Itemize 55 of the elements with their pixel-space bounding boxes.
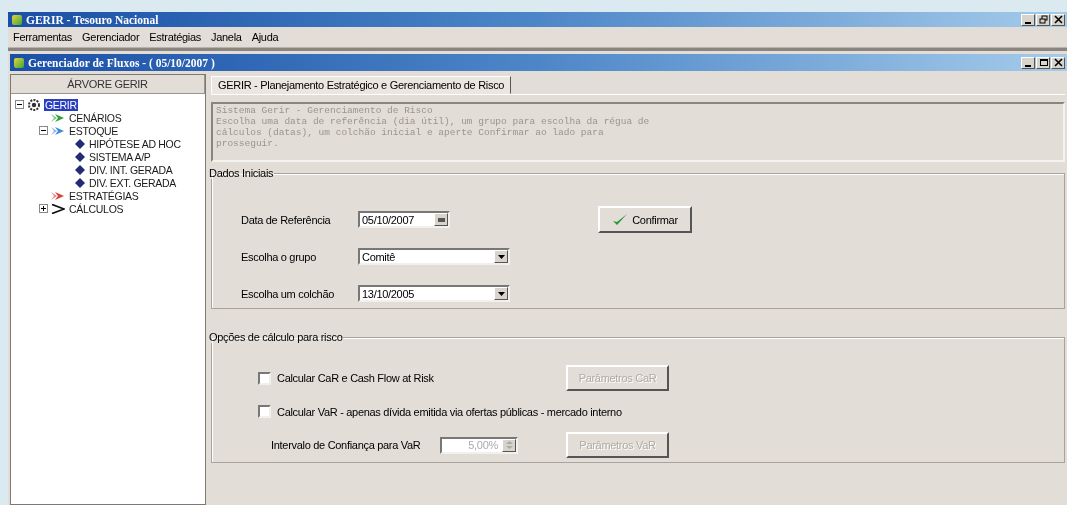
collapse-icon[interactable] (39, 126, 48, 135)
group-legend: Opções de cálculo para risco (208, 331, 344, 343)
close-icon (1053, 15, 1063, 24)
tree-item[interactable]: CÁLCULOS (68, 202, 125, 215)
tree-item[interactable]: GERIR (44, 98, 78, 111)
minimize-button[interactable] (1021, 13, 1035, 26)
field-label: Escolha um colchão (241, 287, 336, 300)
expand-icon[interactable] (39, 204, 48, 213)
tree-item[interactable]: ESTRATÉGIAS (68, 189, 140, 202)
minimize-icon (1025, 21, 1031, 24)
window-title: GERIR - Tesouro Nacional (26, 13, 159, 26)
field-label: Data de Referência (241, 213, 332, 226)
tree-item[interactable]: HIPÓTESE AD HOC (88, 137, 182, 150)
close-icon (1053, 58, 1063, 67)
spinner-icon (505, 441, 513, 449)
maximize-icon (1038, 58, 1048, 67)
checkbox[interactable] (258, 371, 271, 385)
dropdown-arrow-icon (497, 291, 505, 296)
close-button[interactable] (1051, 13, 1065, 26)
window-title: Gerenciador de Fluxos - ( 05/10/2007 ) (28, 56, 215, 69)
tree-item[interactable]: DIV. EXT. GERADA (88, 176, 177, 189)
restore-button[interactable] (1036, 13, 1050, 26)
collapse-icon[interactable] (15, 100, 24, 109)
description-field: Sistema Gerir - Gerenciamento de Risco Escolha uma data de referência (dia útil), um grupo para escolha da régua de cálculos (datas), um colchão inicial e aperte Confirmar ao lado para prosseguir. (211, 102, 1065, 162)
maximize-button[interactable] (1036, 56, 1050, 69)
confirm-button[interactable]: Confirmar (598, 206, 692, 233)
checkbox[interactable] (258, 405, 271, 418)
field-label: Escolha o grupo (241, 250, 317, 263)
menu-item[interactable]: Gerenciador (82, 31, 140, 43)
menu-item[interactable]: Janela (211, 31, 242, 43)
tree-item[interactable]: SISTEMA A/P (88, 150, 152, 163)
app-icon (14, 57, 24, 68)
date-field[interactable]: 05/10/2007 (358, 211, 450, 228)
tree-item[interactable]: ESTOQUE (68, 124, 120, 137)
app-icon (12, 14, 22, 25)
tree-item[interactable]: CENÁRIOS (68, 111, 123, 124)
check-icon (612, 212, 629, 227)
tab[interactable]: GERIR - Planejamento Estratégico e Gerenciamento de Risco (211, 76, 512, 94)
minimize-icon (1025, 64, 1031, 67)
close-button[interactable] (1051, 56, 1065, 69)
minimize-button[interactable] (1021, 56, 1035, 69)
menu-item[interactable]: Estratégias (149, 31, 202, 43)
dropdown-field[interactable]: 13/10/2005 (358, 285, 510, 302)
menu-item[interactable]: Ferramentas (13, 31, 73, 43)
checkbox-label: Calcular VaR - apenas dívida emitida via ofertas públicas - mercado interno (277, 405, 622, 418)
tree-header: ÁRVORE GERIR (11, 75, 205, 94)
group-legend: Dados Iniciais (208, 167, 275, 179)
dropdown-field[interactable]: Comitê (358, 248, 510, 265)
field-label: Intervalo de Confiança para VaR (271, 439, 422, 451)
checkbox-label: Calcular CaR e Cash Flow at Risk (277, 372, 434, 384)
calendar-icon (437, 217, 445, 222)
tree-item[interactable]: DIV. INT. GERADA (88, 163, 174, 176)
menu-item[interactable]: Ajuda (251, 31, 279, 43)
dropdown-arrow-icon (497, 254, 505, 259)
restore-icon (1038, 15, 1048, 24)
